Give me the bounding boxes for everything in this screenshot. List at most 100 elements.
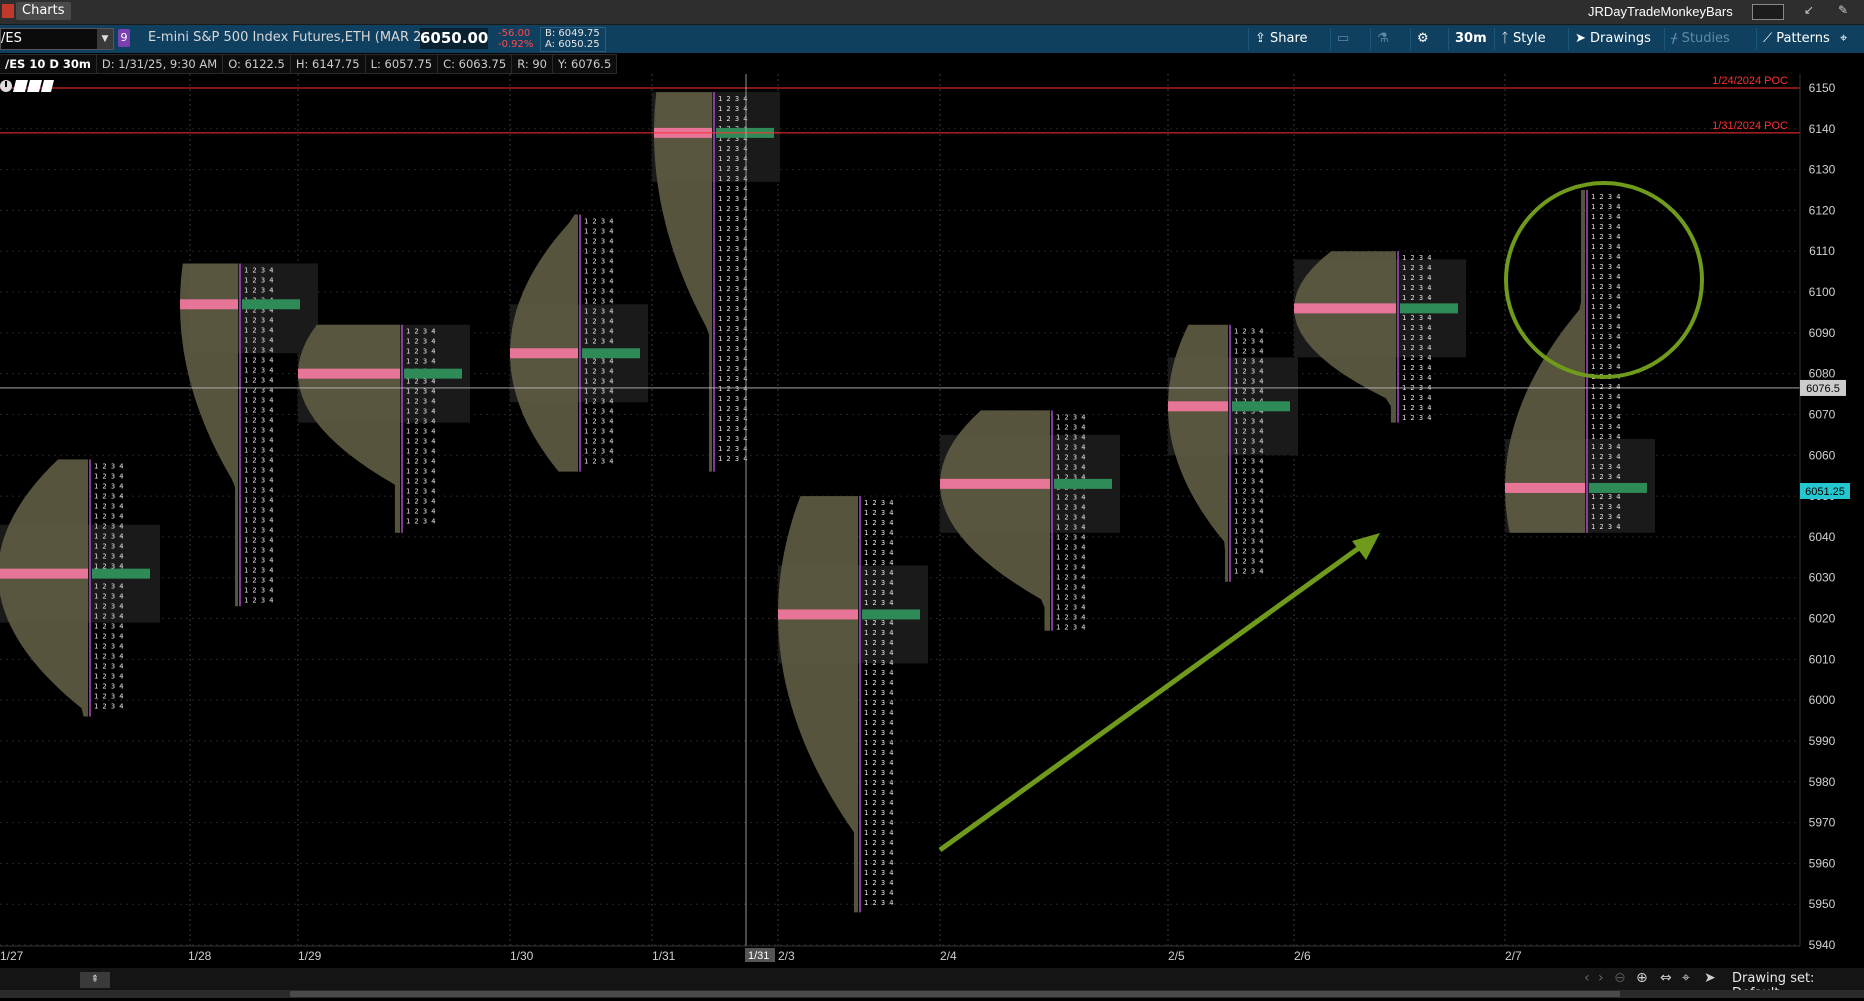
- tpo-letters: 1 2 3 4: [1402, 314, 1432, 322]
- tpo-letters: 1 2 3 4: [1234, 498, 1264, 506]
- price-tick-label: 5960: [1809, 856, 1836, 870]
- status-bar: ⇞ ‹ › ⊖ ⊕ ⇔ ⌖ ➤ Drawing set: Default: [0, 968, 1864, 1001]
- tpo-letters: 1 2 3 4: [1056, 493, 1086, 501]
- timeframe-button[interactable]: 30m: [1448, 28, 1493, 50]
- style-button[interactable]: ᛏ Style: [1494, 28, 1552, 50]
- cursor-icon: ➤: [1575, 31, 1591, 46]
- date-tick-label: 2/6: [1294, 949, 1311, 963]
- screenshot-icon[interactable]: ▭: [1330, 28, 1355, 50]
- tpo-letters: 1 2 3 4: [718, 365, 748, 373]
- tpo-letters: 1 2 3 4: [864, 859, 894, 867]
- tpo-letters: 1 2 3 4: [1056, 583, 1086, 591]
- tpo-letters: 1 2 3 4: [406, 468, 436, 476]
- price-tick-label: 6020: [1809, 612, 1836, 626]
- tpo-letters: 1 2 3 4: [1402, 394, 1432, 402]
- zoom-in-icon[interactable]: ⊕: [1636, 970, 1648, 986]
- tpo-letters: 1 2 3 4: [1056, 513, 1086, 521]
- tpo-letters: 1 2 3 4: [718, 165, 748, 173]
- price-tick-label: 5980: [1809, 775, 1836, 789]
- gear-icon[interactable]: ⚙: [1410, 28, 1435, 50]
- tpo-letters: 1 2 3 4: [1591, 433, 1621, 441]
- tpo-letters: 1 2 3 4: [718, 425, 748, 433]
- window-title[interactable]: Charts: [16, 2, 71, 20]
- symbol-input[interactable]: /ES ▼: [0, 28, 114, 50]
- tpo-letters: 1 2 3 4: [94, 662, 124, 670]
- crosshair-icon[interactable]: ⌖: [1682, 970, 1690, 986]
- net-change: -56.00: [498, 28, 531, 39]
- tpo-letters: 1 2 3 4: [864, 559, 894, 567]
- tpo-letters: 1 2 3 4: [94, 532, 124, 540]
- tpo-letters: 1 2 3 4: [244, 576, 274, 584]
- poc-highlight: [862, 609, 920, 620]
- tpo-letters: 1 2 3 4: [1591, 323, 1621, 331]
- chart-menu-icon[interactable]: ⌖: [1834, 28, 1853, 50]
- tpo-letters: 1 2 3 4: [864, 729, 894, 737]
- chevron-down-icon[interactable]: ▼: [97, 29, 113, 49]
- tpo-letters: 1 2 3 4: [244, 476, 274, 484]
- profile-histogram: [0, 459, 88, 717]
- tpo-letters: 1 2 3 4: [94, 682, 124, 690]
- tpo-letters: 1 2 3 4: [1402, 364, 1432, 372]
- bar-info-strip: /ES 10 D 30m D: 1/31/25, 9:30 AM O: 6122…: [0, 54, 618, 74]
- trend-arrow: [938, 537, 1372, 853]
- tpo-letters: 1 2 3 4: [718, 215, 748, 223]
- tpo-letters: 1 2 3 4: [94, 652, 124, 660]
- tpo-letters: 1 2 3 4: [718, 195, 748, 203]
- tpo-letters: 1 2 3 4: [244, 276, 274, 284]
- scroll-left-icon[interactable]: ‹: [1584, 970, 1590, 986]
- tpo-letters: 1 2 3 4: [1591, 443, 1621, 451]
- poc-highlight: [1232, 401, 1290, 412]
- tpo-letters: 1 2 3 4: [718, 385, 748, 393]
- window-search-box[interactable]: [1752, 4, 1784, 20]
- tpo-letters: 1 2 3 4: [1056, 433, 1086, 441]
- tpo-letters: 1 2 3 4: [244, 566, 274, 574]
- tpo-letters: 1 2 3 4: [244, 466, 274, 474]
- price-tick-label: 6010: [1809, 652, 1836, 666]
- tpo-letters: 1 2 3 4: [718, 345, 748, 353]
- link-group-button[interactable]: 9: [118, 29, 130, 47]
- pointer-icon[interactable]: ➤: [1704, 970, 1716, 986]
- session-profile-1/28: 1 2 3 4 1 2 3 4 1 2 3 4 1 2 3 4 1 2 3 4 1 2 3…: [180, 263, 318, 607]
- poc-highlight: [1054, 478, 1112, 489]
- scrollbar-thumb[interactable]: [290, 991, 1620, 997]
- pan-icon[interactable]: ⇔: [1660, 970, 1672, 986]
- horizontal-scrollbar[interactable]: [0, 990, 1864, 998]
- poc-bar: [1505, 482, 1585, 493]
- tpo-letters: 1 2 3 4: [864, 669, 894, 677]
- drawings-button[interactable]: ➤ Drawings: [1568, 28, 1657, 50]
- tpo-letters: 1 2 3 4: [244, 526, 274, 534]
- price-tick-label: 6060: [1809, 448, 1836, 462]
- tpo-letters: 1 2 3 4: [864, 649, 894, 657]
- tpo-letters: 1 2 3 4: [864, 779, 894, 787]
- patterns-button[interactable]: ⟋ Patterns: [1756, 28, 1836, 50]
- studies-button[interactable]: ᚋ Studies: [1664, 28, 1736, 50]
- price-tick-label: 6080: [1809, 367, 1836, 381]
- tpo-letters: 1 2 3 4: [1402, 354, 1432, 362]
- last-price: 6050.00: [420, 28, 489, 49]
- tpo-letters: 1 2 3 4: [1591, 313, 1621, 321]
- zoom-out-icon[interactable]: ⊖: [1614, 970, 1626, 986]
- tpo-letters: 1 2 3 4: [94, 702, 124, 710]
- price-chart[interactable]: 1 2 3 4 1 2 3 4 1 2 3 4 1 2 3 4 1 2 3 4 1 2 3…: [0, 74, 1864, 968]
- tpo-letters: 1 2 3 4: [406, 388, 436, 396]
- tpo-letters: 1 2 3 4: [718, 225, 748, 233]
- minimize-icon[interactable]: ↙: [1804, 3, 1814, 17]
- poc-bar: [1294, 303, 1396, 314]
- tpo-letters: 1 2 3 4: [1591, 203, 1621, 211]
- share-button[interactable]: ⇪ Share: [1248, 28, 1314, 50]
- tpo-letters: 1 2 3 4: [1591, 403, 1621, 411]
- profile-histogram: [1505, 190, 1585, 533]
- tpo-letters: 1 2 3 4: [244, 406, 274, 414]
- tpo-letters: 1 2 3 4: [864, 499, 894, 507]
- scroll-right-icon[interactable]: ›: [1598, 970, 1604, 986]
- tpo-letters: 1 2 3 4: [718, 175, 748, 183]
- ask-price: A: 6050.25: [545, 39, 600, 50]
- tpo-letters: 1 2 3 4: [1234, 428, 1264, 436]
- flask-icon[interactable]: ⚗: [1370, 28, 1395, 50]
- tpo-letters: 1 2 3 4: [1402, 324, 1432, 332]
- pin-icon[interactable]: ✎: [1838, 3, 1848, 17]
- collapse-panel-icon[interactable]: ⇞: [80, 972, 110, 988]
- tpo-letters: 1 2 3 4: [1402, 334, 1432, 342]
- price-tick-label: 5940: [1809, 938, 1836, 952]
- date-tick-label: 1/30: [510, 949, 534, 963]
